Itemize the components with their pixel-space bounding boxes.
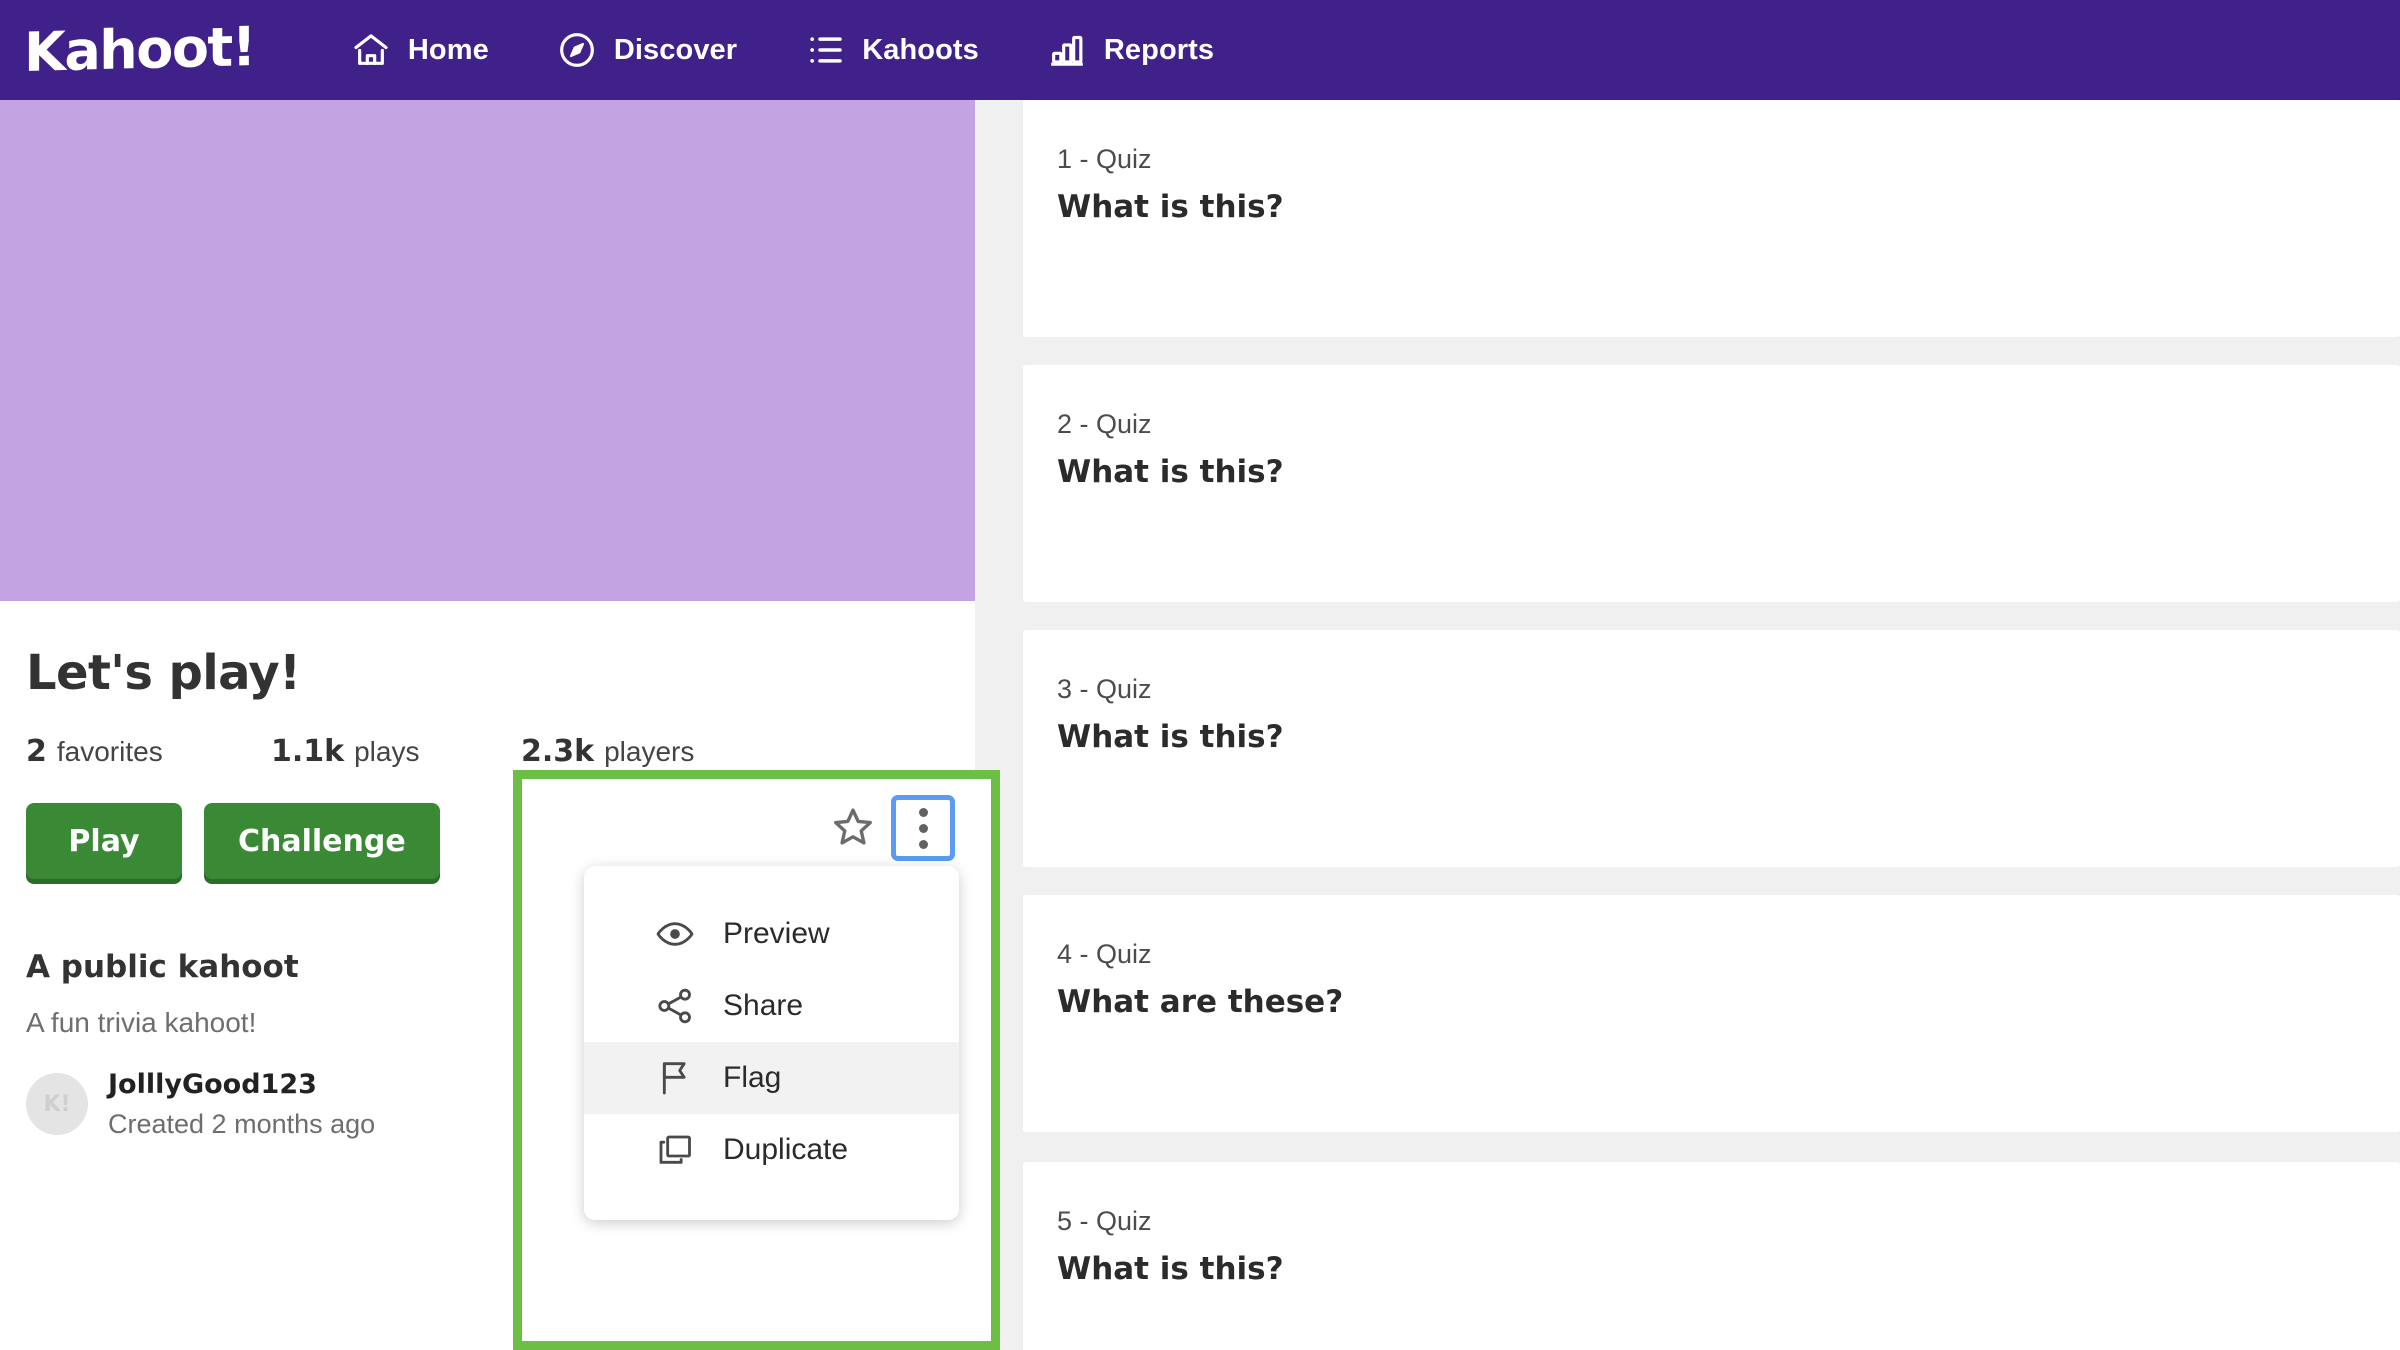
highlighted-region: Preview Share Flag: [513, 770, 1000, 1350]
bar-chart-icon: [1047, 30, 1087, 70]
nav-item-discover[interactable]: Discover: [523, 0, 771, 100]
stat-plays: 1.1k plays: [271, 734, 521, 769]
nav-label-home: Home: [408, 34, 489, 67]
question-meta: 2 - Quiz: [1057, 409, 2400, 440]
kahoot-logo-text: Kahoot!: [24, 20, 255, 80]
kebab-dot-icon: [919, 808, 928, 817]
top-navigation-bar: Kahoot! Home Discover: [0, 0, 2400, 100]
stat-plays-value: 1.1k: [271, 734, 344, 769]
nav-items: Home Discover Kahoots: [317, 0, 1248, 100]
more-options-button[interactable]: [891, 795, 955, 861]
question-title: What is this?: [1057, 189, 2400, 225]
author-text: JolllyGood123 Created 2 months ago: [108, 1069, 375, 1140]
nav-label-discover: Discover: [614, 34, 737, 67]
stat-players: 2.3k players: [521, 734, 694, 769]
question-meta: 1 - Quiz: [1057, 144, 2400, 175]
avatar: K!: [26, 1073, 88, 1135]
eye-icon: [655, 914, 695, 954]
menu-label-flag: Flag: [723, 1061, 781, 1095]
stat-plays-label: plays: [354, 736, 419, 768]
list-icon: [805, 30, 845, 70]
compass-icon: [557, 30, 597, 70]
question-card[interactable]: 2 - Quiz What is this?: [1023, 365, 2400, 602]
question-meta: 5 - Quiz: [1057, 1206, 2400, 1237]
kahoot-logo[interactable]: Kahoot!: [24, 0, 255, 100]
challenge-button[interactable]: Challenge: [204, 803, 440, 879]
kahoot-stats: 2 favorites 1.1k plays 2.3k players: [26, 734, 949, 769]
question-title: What is this?: [1057, 454, 2400, 490]
kebab-dot-icon: [919, 824, 928, 833]
menu-label-duplicate: Duplicate: [723, 1133, 848, 1167]
question-title: What are these?: [1057, 984, 2400, 1020]
page-title: Let's play!: [26, 645, 949, 701]
nav-item-reports[interactable]: Reports: [1013, 0, 1248, 100]
home-icon: [351, 30, 391, 70]
question-title: What is this?: [1057, 719, 2400, 755]
nav-item-kahoots[interactable]: Kahoots: [771, 0, 1013, 100]
avatar-glyph: K!: [43, 1092, 70, 1117]
flag-icon: [655, 1058, 695, 1098]
question-meta: 4 - Quiz: [1057, 939, 2400, 970]
author-name: JolllyGood123: [108, 1069, 375, 1100]
play-button[interactable]: Play: [26, 803, 182, 879]
share-icon: [655, 986, 695, 1026]
question-list-panel[interactable]: 1 - Quiz What is this? 2 - Quiz What is …: [975, 100, 2400, 1350]
duplicate-icon: [655, 1130, 695, 1170]
menu-item-share[interactable]: Share: [584, 970, 959, 1042]
stat-players-label: players: [604, 736, 694, 768]
menu-label-preview: Preview: [723, 917, 830, 951]
nav-item-home[interactable]: Home: [317, 0, 523, 100]
question-card[interactable]: 5 - Quiz What is this?: [1023, 1162, 2400, 1350]
menu-item-flag[interactable]: Flag: [584, 1042, 959, 1114]
menu-item-duplicate[interactable]: Duplicate: [584, 1114, 959, 1186]
stat-players-value: 2.3k: [521, 734, 594, 769]
menu-label-share: Share: [723, 989, 803, 1023]
kahoot-cover-image: [0, 100, 975, 601]
nav-label-kahoots: Kahoots: [862, 34, 979, 67]
nav-label-reports: Reports: [1104, 34, 1214, 67]
question-meta: 3 - Quiz: [1057, 674, 2400, 705]
question-card[interactable]: 3 - Quiz What is this?: [1023, 630, 2400, 867]
stat-favorites-value: 2: [26, 734, 47, 769]
question-title: What is this?: [1057, 1251, 2400, 1287]
question-card[interactable]: 4 - Quiz What are these?: [1023, 895, 2400, 1132]
star-icon: [830, 804, 876, 853]
stat-favorites-label: favorites: [57, 736, 163, 768]
stat-favorites: 2 favorites: [26, 734, 271, 769]
kebab-dot-icon: [919, 840, 928, 849]
kahoot-action-bar: [824, 795, 955, 861]
author-created-date: Created 2 months ago: [108, 1109, 375, 1140]
favorite-star-button[interactable]: [824, 799, 882, 857]
question-card[interactable]: 1 - Quiz What is this?: [1023, 100, 2400, 337]
menu-item-preview[interactable]: Preview: [584, 898, 959, 970]
more-options-menu: Preview Share Flag: [584, 866, 959, 1220]
